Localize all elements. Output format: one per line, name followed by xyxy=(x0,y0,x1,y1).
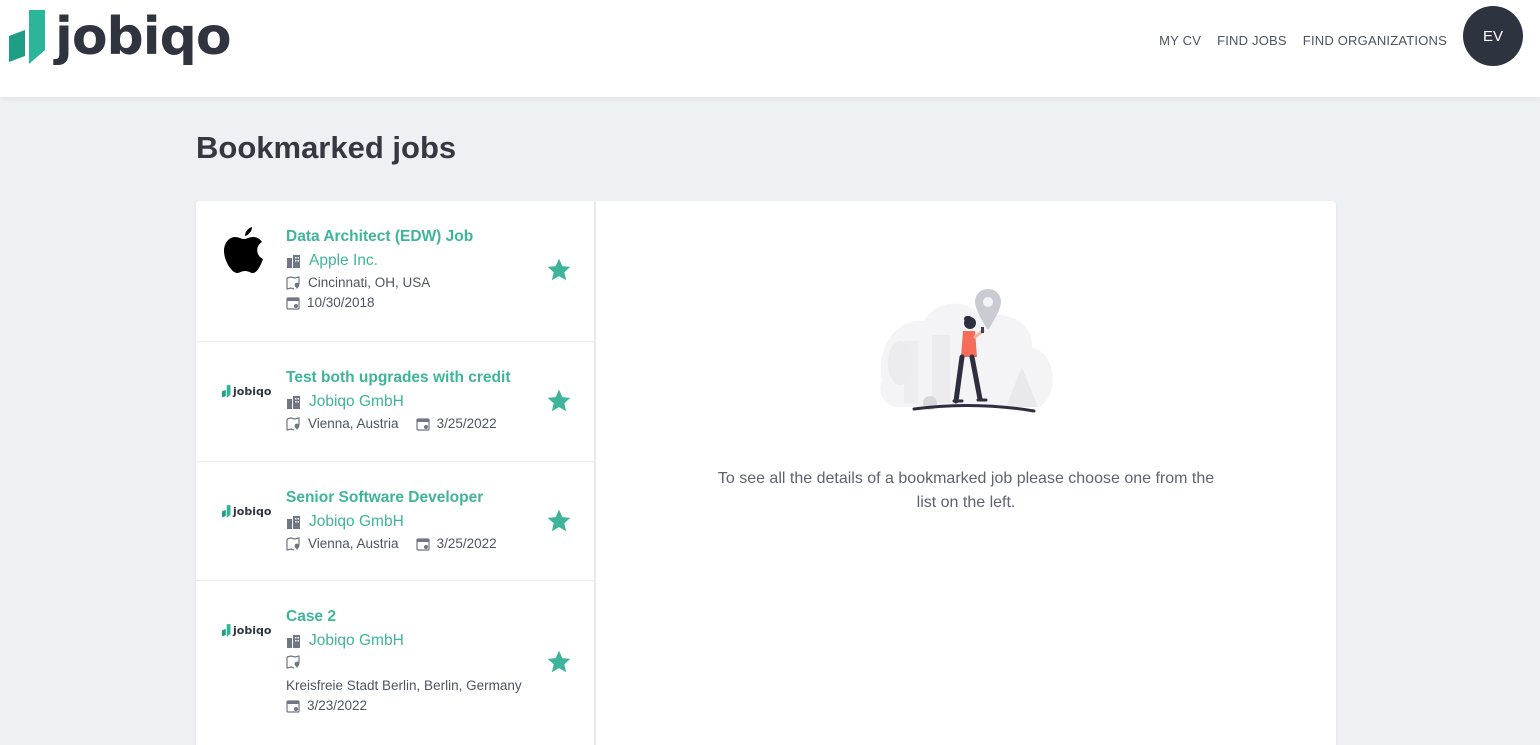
job-location: Cincinnati, OH, USA xyxy=(308,275,431,290)
company-row: Jobiqo GmbH xyxy=(286,632,522,650)
company-row: Jobiqo GmbH xyxy=(286,393,510,411)
user-avatar[interactable]: EV xyxy=(1463,6,1523,66)
apple-logo-icon xyxy=(222,225,266,282)
logo-wordmark: jobiqo xyxy=(233,624,272,637)
company-row: Jobiqo GmbH xyxy=(286,513,497,531)
location-date-row: Vienna, Austria 3/25/2022 xyxy=(286,416,510,431)
job-title-link[interactable]: Senior Software Developer xyxy=(286,489,497,507)
empty-state-message: To see all the details of a bookmarked j… xyxy=(717,470,1215,511)
nav-find-organizations[interactable]: FIND ORGANIZATIONS xyxy=(1303,33,1447,48)
job-date: 3/23/2022 xyxy=(307,698,368,713)
jobiqo-logo-icon xyxy=(222,624,231,637)
job-list-item[interactable]: Data Architect (EDW) Job Apple Inc. Cinc… xyxy=(196,201,596,342)
map-pin-icon xyxy=(286,275,300,290)
job-detail-pane: To see all the details of a bookmarked j… xyxy=(596,201,1336,745)
job-date: 3/25/2022 xyxy=(436,536,497,551)
walking-person-illustration xyxy=(880,289,1053,413)
jobiqo-logo-icon xyxy=(222,385,231,398)
page-title: Bookmarked jobs xyxy=(196,130,457,165)
bookmark-star-icon[interactable] xyxy=(546,508,572,534)
calendar-icon xyxy=(415,417,430,431)
job-date: 10/30/2018 xyxy=(307,295,375,310)
map-pin-icon xyxy=(286,416,300,431)
map-pin-icon xyxy=(286,536,300,551)
company-row: Apple Inc. xyxy=(286,252,473,270)
location-row: Kreisfreie Stadt Berlin, Berlin, Germany xyxy=(286,678,522,693)
top-navigation-bar: jobiqo MY CV FIND JOBS FIND ORGANIZATION… xyxy=(0,0,1540,97)
job-list-item[interactable]: jobiqo Senior Software Developer Jobiqo … xyxy=(196,462,596,581)
main-nav: MY CV FIND JOBS FIND ORGANIZATIONS xyxy=(1159,33,1447,48)
building-icon xyxy=(287,515,300,529)
calendar-icon xyxy=(415,537,430,551)
company-name[interactable]: Jobiqo GmbH xyxy=(309,393,404,411)
job-list-item[interactable]: jobiqo Case 2 Jobiqo GmbH Kreisfreie Sta… xyxy=(196,581,596,745)
bookmark-star-icon[interactable] xyxy=(546,257,572,283)
job-location: Vienna, Austria xyxy=(308,416,399,431)
map-pin-icon xyxy=(286,655,300,669)
jobiqo-company-logo: jobiqo xyxy=(222,505,271,518)
company-name[interactable]: Jobiqo GmbH xyxy=(309,513,404,531)
nav-my-cv[interactable]: MY CV xyxy=(1159,33,1201,48)
bookmarked-jobs-list: Data Architect (EDW) Job Apple Inc. Cinc… xyxy=(196,201,596,745)
location-date-row: Vienna, Austria 3/25/2022 xyxy=(286,536,497,551)
location-icon-row xyxy=(286,655,522,669)
job-list-item[interactable]: jobiqo Test both upgrades with credit Jo… xyxy=(196,342,596,462)
job-location: Kreisfreie Stadt Berlin, Berlin, Germany xyxy=(286,678,522,693)
jobiqo-logo[interactable]: jobiqo xyxy=(9,7,232,67)
job-date: 3/25/2022 xyxy=(436,416,497,431)
company-name[interactable]: Apple Inc. xyxy=(309,252,378,270)
job-title-link[interactable]: Case 2 xyxy=(286,608,522,626)
calendar-icon xyxy=(286,296,300,310)
job-location: Vienna, Austria xyxy=(308,536,399,551)
jobiqo-logo-icon xyxy=(222,505,231,518)
job-info: Senior Software Developer Jobiqo GmbH Vi… xyxy=(286,489,497,551)
job-info: Case 2 Jobiqo GmbH Kreisfreie Stadt Berl… xyxy=(286,608,522,713)
jobiqo-company-logo: jobiqo xyxy=(222,385,271,398)
date-row: 3/23/2022 xyxy=(286,698,522,713)
logo-wordmark: jobiqo xyxy=(55,7,232,67)
jobiqo-company-logo: jobiqo xyxy=(222,624,271,637)
job-title-link[interactable]: Data Architect (EDW) Job xyxy=(286,228,473,246)
job-title-link[interactable]: Test both upgrades with credit xyxy=(286,369,510,387)
jobiqo-logo-icon xyxy=(9,10,45,64)
building-icon xyxy=(287,634,300,648)
nav-find-jobs[interactable]: FIND JOBS xyxy=(1217,33,1287,48)
bookmark-star-icon[interactable] xyxy=(546,388,572,414)
logo-wordmark: jobiqo xyxy=(233,505,272,518)
building-icon xyxy=(287,395,300,409)
date-row: 10/30/2018 xyxy=(286,295,473,310)
calendar-icon xyxy=(286,699,300,713)
logo-wordmark: jobiqo xyxy=(233,385,272,398)
job-info: Data Architect (EDW) Job Apple Inc. Cinc… xyxy=(286,228,473,310)
building-icon xyxy=(287,254,300,268)
job-info: Test both upgrades with credit Jobiqo Gm… xyxy=(286,369,510,431)
bookmarks-card: Data Architect (EDW) Job Apple Inc. Cinc… xyxy=(196,201,1336,745)
company-name[interactable]: Jobiqo GmbH xyxy=(309,632,404,650)
bookmark-star-icon[interactable] xyxy=(546,649,572,675)
location-row: Cincinnati, OH, USA xyxy=(286,275,473,290)
